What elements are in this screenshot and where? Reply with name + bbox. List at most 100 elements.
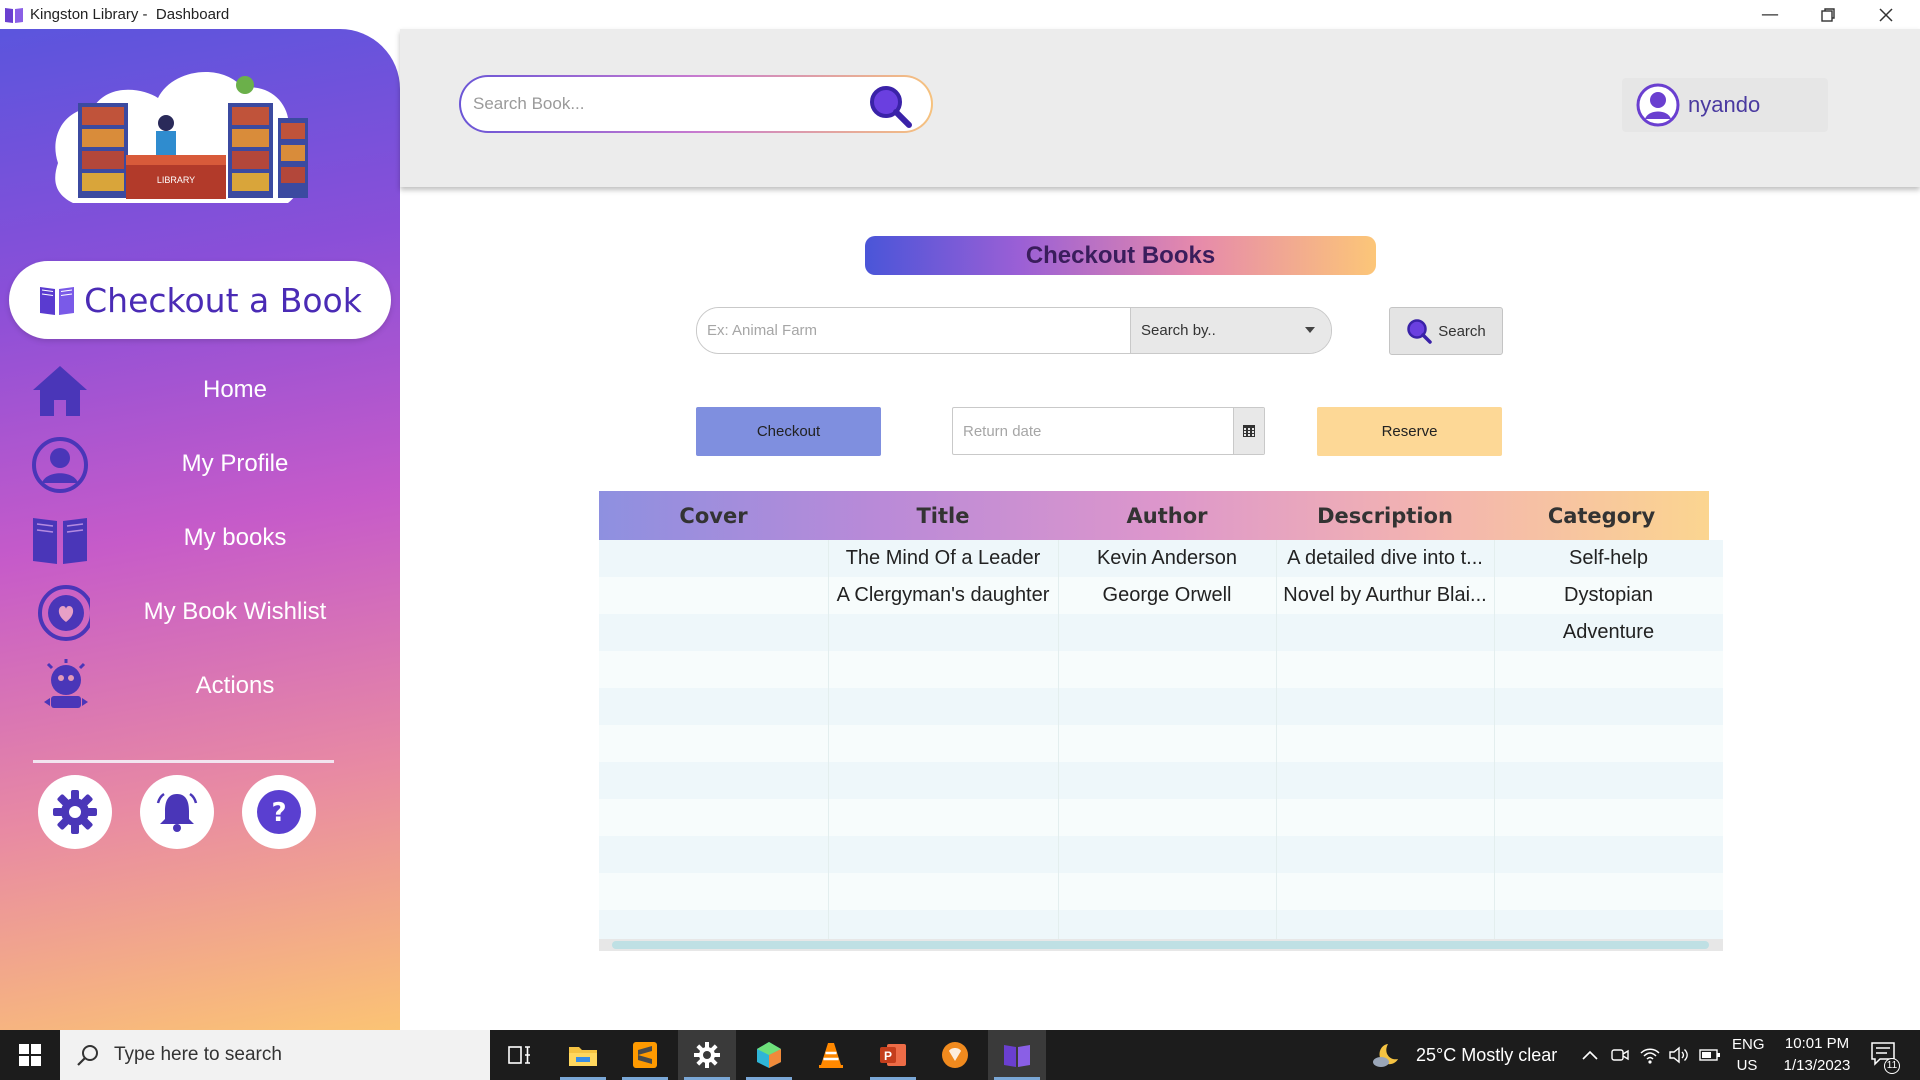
file-explorer-button[interactable] [554, 1030, 612, 1080]
window-title: Kingston Library - Dashboard [30, 6, 230, 23]
column-header-title[interactable]: Title [828, 491, 1058, 540]
book-search-input[interactable] [473, 85, 853, 123]
cell-title: The Mind Of a Leader [845, 547, 1041, 569]
weather-text[interactable]: 25°C Mostly clear [1416, 1045, 1557, 1066]
column-divider [1276, 540, 1277, 939]
restore-icon[interactable] [1799, 0, 1857, 29]
cell-cover [599, 540, 828, 577]
checkout-a-book-button[interactable]: Checkout a Book [9, 261, 391, 339]
table-row[interactable]: A Clergyman's daughter George Orwell Nov… [599, 577, 1723, 614]
volume-icon[interactable] [1669, 1046, 1689, 1064]
app-cube-button[interactable] [740, 1030, 798, 1080]
search-icon[interactable] [867, 83, 913, 129]
help-button[interactable]: ? [242, 775, 316, 849]
reserve-button[interactable]: Reserve [1317, 407, 1502, 456]
column-divider [1494, 540, 1495, 939]
bell-icon [156, 792, 198, 832]
settings-button[interactable] [38, 775, 112, 849]
table-header: Cover Title Author Description Category [599, 491, 1709, 540]
calendar-icon [1243, 425, 1255, 437]
clock-date[interactable]: 1/13/2023 [1772, 1057, 1862, 1074]
table-row-empty [599, 725, 1723, 762]
calendar-button[interactable] [1233, 408, 1264, 454]
search-icon [1407, 319, 1432, 344]
chevron-up-icon[interactable] [1582, 1049, 1598, 1061]
cell-author: Kevin Anderson [1096, 547, 1238, 569]
avatar [1636, 83, 1680, 127]
sidebar-item-my-book-wishlist[interactable]: My Book Wishlist [30, 580, 370, 644]
input-region[interactable]: US [1732, 1057, 1762, 1074]
taskbar: Type here to search P 25°C Mostly clear … [0, 1030, 1920, 1080]
book-icon [33, 518, 87, 564]
book-icon [40, 287, 75, 315]
sidebar-item-label: My Profile [181, 450, 289, 477]
battery-icon[interactable] [1699, 1048, 1721, 1062]
column-divider [1058, 540, 1059, 939]
gear-icon [53, 790, 97, 834]
checkout-button[interactable]: Checkout [696, 407, 881, 456]
task-view-icon [508, 1046, 530, 1064]
column-header-description[interactable]: Description [1276, 491, 1494, 540]
home-icon [33, 366, 87, 416]
table-row-empty [599, 910, 1723, 939]
cell-category: Adventure [1562, 621, 1655, 643]
close-icon[interactable] [1857, 0, 1915, 29]
sidebar-item-label: My books [183, 524, 287, 551]
powerpoint-button[interactable]: P [864, 1030, 922, 1080]
table-row[interactable]: The Mind Of a Leader Kevin Anderson A de… [599, 540, 1723, 577]
notifications-button[interactable] [140, 775, 214, 849]
sidebar-item-my-books[interactable]: My books [30, 506, 370, 570]
library-app-button[interactable] [988, 1030, 1046, 1080]
svg-text:?: ? [271, 798, 286, 828]
book-filter-input[interactable] [697, 308, 1130, 353]
search-by-dropdown[interactable]: Search by.. [1130, 308, 1331, 353]
scrollbar-thumb[interactable] [612, 941, 1709, 949]
return-date-input[interactable] [953, 408, 1233, 454]
sidebar-item-label: Actions [195, 672, 275, 699]
user-menu[interactable]: nyando [1622, 78, 1828, 132]
settings-icon [694, 1042, 720, 1068]
column-header-category[interactable]: Category [1494, 491, 1709, 540]
settings-app-button[interactable] [678, 1030, 736, 1080]
taskbar-search-placeholder: Type here to search [114, 1044, 282, 1065]
cell-author: George Orwell [1102, 584, 1232, 606]
table-body: The Mind Of a Leader Kevin Anderson A de… [599, 540, 1723, 939]
cell-description: A detailed dive into t... [1287, 547, 1483, 569]
cell-category: Self-help [1569, 547, 1648, 569]
sublime-text-icon [633, 1042, 657, 1068]
vlc-button[interactable] [802, 1030, 860, 1080]
column-header-author[interactable]: Author [1058, 491, 1276, 540]
sidebar-item-home[interactable]: Home [30, 358, 370, 422]
task-view-button[interactable] [491, 1030, 549, 1080]
search-button[interactable]: Search [1389, 307, 1503, 355]
cell-description: Novel by Aurthur Blai... [1283, 584, 1487, 606]
chevron-down-icon [1305, 327, 1315, 333]
minimize-icon[interactable]: — [1741, 0, 1799, 29]
column-header-cover[interactable]: Cover [599, 491, 828, 540]
weather-moon-icon [1373, 1044, 1398, 1067]
app-orange-button[interactable] [926, 1030, 984, 1080]
books-table: Cover Title Author Description Category … [599, 491, 1723, 951]
input-language[interactable]: ENG [1732, 1036, 1765, 1053]
library-logo: LIBRARY [55, 72, 308, 203]
app-orange-icon [942, 1042, 968, 1068]
table-row[interactable]: Adventure [599, 614, 1723, 651]
book-search-bar [459, 75, 933, 133]
wifi-icon[interactable] [1640, 1046, 1660, 1064]
table-row-empty [599, 762, 1723, 799]
taskbar-search[interactable]: Type here to search [60, 1030, 490, 1080]
sidebar: LIBRARY Checkout a Book Home My Profile [0, 29, 400, 1030]
search-icon [77, 1045, 98, 1066]
cell-title: A Clergyman's daughter [836, 584, 1050, 606]
horizontal-scrollbar[interactable] [599, 939, 1723, 951]
app-cube-icon [757, 1042, 781, 1068]
sidebar-item-my-profile[interactable]: My Profile [30, 432, 370, 496]
table-row-empty [599, 836, 1723, 873]
column-divider [828, 540, 829, 939]
meet-now-icon[interactable] [1611, 1046, 1629, 1064]
clock-time[interactable]: 10:01 PM [1772, 1035, 1862, 1052]
cell-title [828, 614, 1058, 651]
sidebar-item-actions[interactable]: Actions [30, 654, 370, 718]
start-button[interactable] [0, 1030, 60, 1080]
sublime-text-button[interactable] [616, 1030, 674, 1080]
